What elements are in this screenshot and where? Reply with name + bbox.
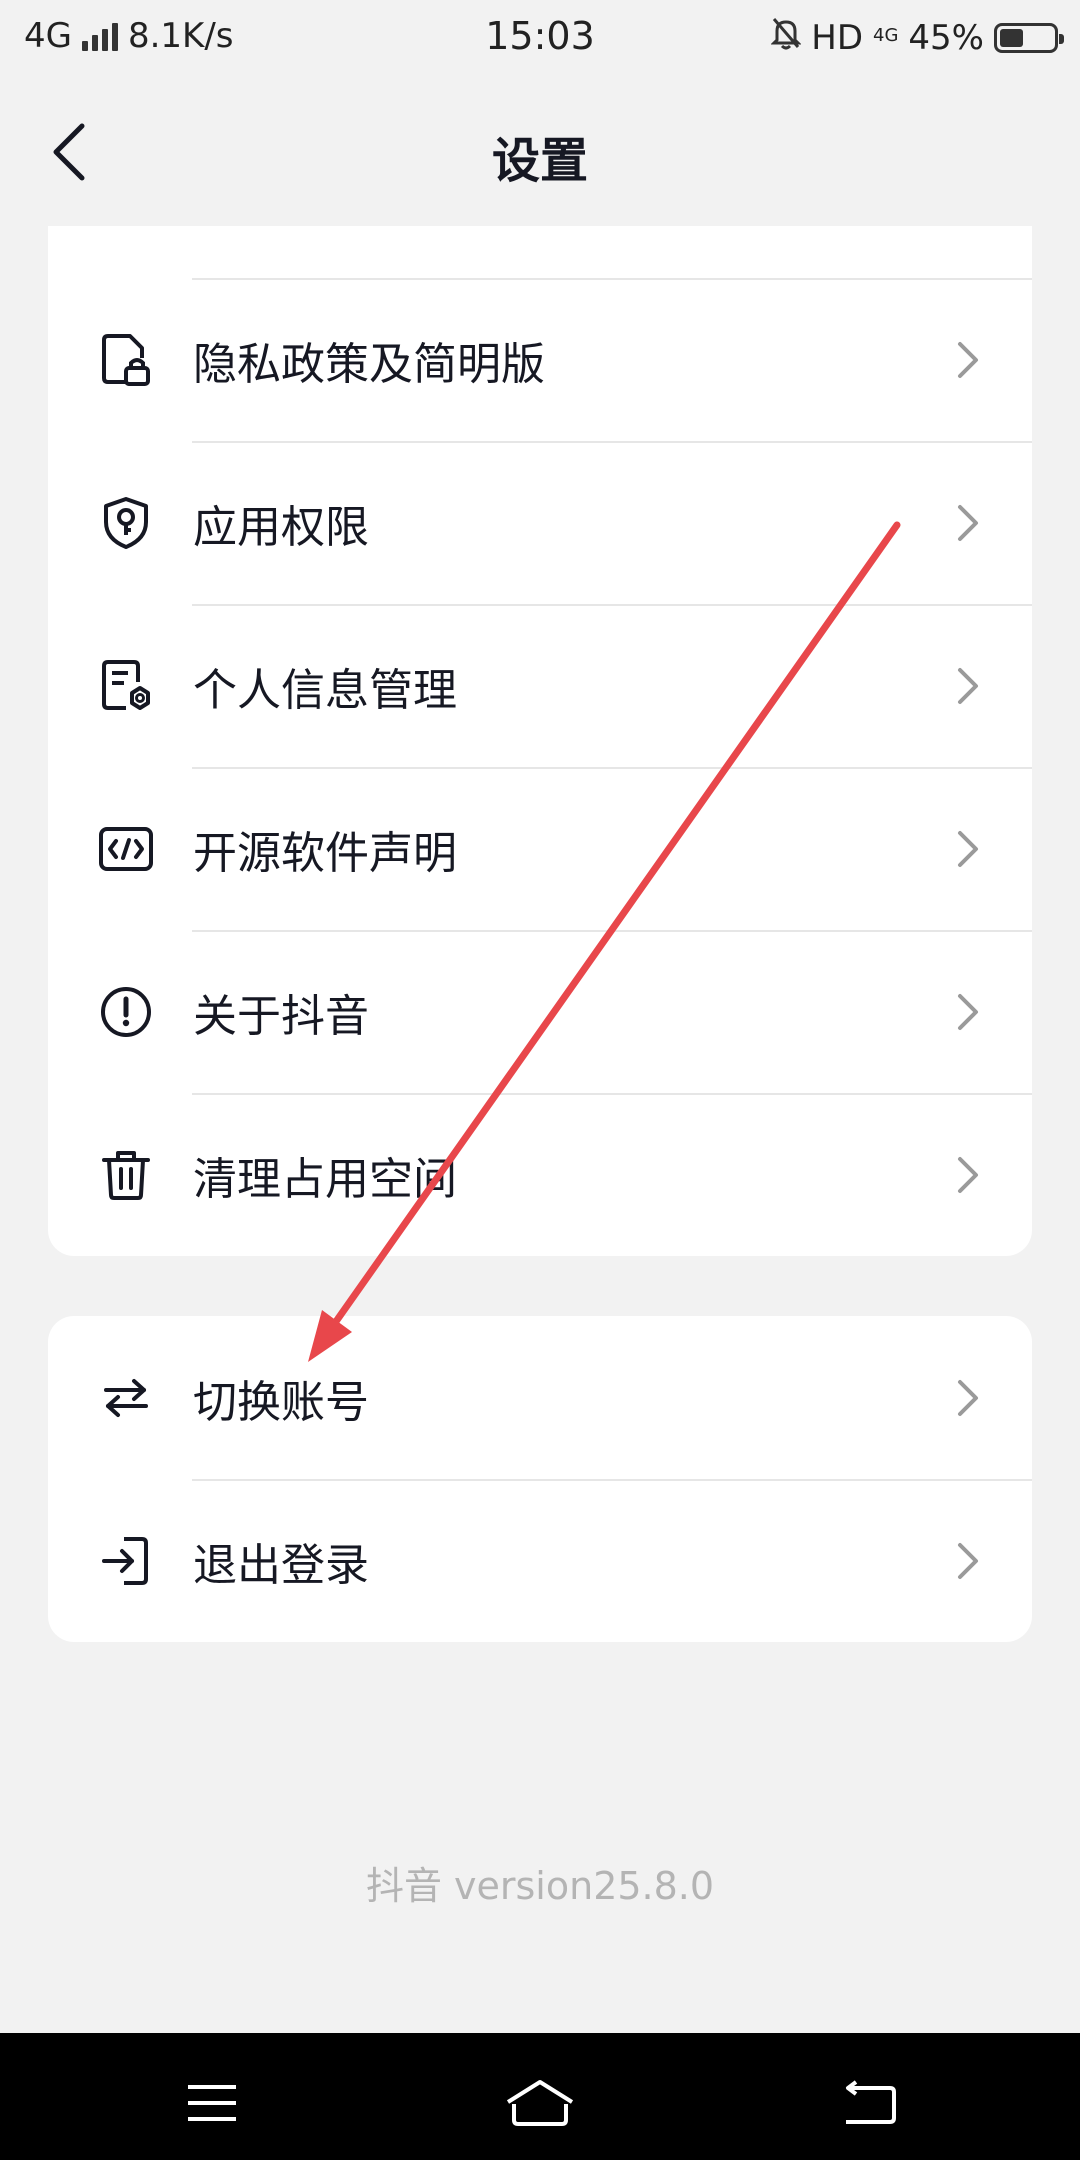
settings-item-label: 退出登录 [193, 1539, 369, 1591]
bell-off-icon [770, 16, 802, 59]
settings-item-logout[interactable]: 退出登录 [48, 1479, 1032, 1642]
chevron-right-icon [958, 667, 978, 704]
header: 设置 [0, 76, 1080, 226]
settings-item-clear-storage[interactable]: 清理占用空间 [48, 1093, 1032, 1256]
chevron-right-icon [958, 993, 978, 1030]
shield-key-icon [96, 493, 156, 553]
hd-label: HD [811, 17, 864, 58]
home-button[interactable] [500, 2073, 580, 2133]
settings-item-label: 个人信息管理 [193, 664, 457, 716]
document-gear-icon [96, 656, 156, 716]
chevron-right-icon [958, 341, 978, 378]
battery-icon [994, 22, 1064, 53]
settings-item-open-source[interactable]: 开源软件声明 [48, 767, 1032, 930]
settings-item-label: 关于抖音 [193, 990, 369, 1042]
home-icon [506, 2080, 574, 2126]
settings-item-switch-account[interactable]: 切换账号 [48, 1316, 1032, 1479]
battery-fill [1000, 28, 1023, 47]
settings-card-account: 切换账号 退出登录 [48, 1316, 1032, 1642]
partial-row [48, 226, 1032, 278]
battery-percent: 45% [908, 17, 984, 58]
menu-button[interactable] [172, 2073, 252, 2133]
chevron-right-icon [958, 830, 978, 867]
settings-item-label: 隐私政策及简明版 [193, 338, 545, 390]
switch-arrows-icon [96, 1368, 156, 1428]
status-bar: 4G 8.1K/s 15:03 HD 4G 45% [0, 0, 1080, 76]
data-type-label: 4G [873, 24, 899, 46]
logout-icon [96, 1531, 156, 1591]
code-icon [96, 819, 156, 879]
settings-item-label: 应用权限 [193, 501, 369, 553]
chevron-right-icon [958, 1542, 978, 1579]
chevron-right-icon [958, 1156, 978, 1193]
settings-item-label: 切换账号 [193, 1376, 369, 1428]
info-exclamation-icon [96, 982, 156, 1042]
status-right: HD 4G 45% [770, 16, 1064, 59]
settings-item-about[interactable]: 关于抖音 [48, 930, 1032, 1093]
settings-item-privacy-policy[interactable]: 隐私政策及简明版 [48, 278, 1032, 441]
menu-icon [188, 2085, 236, 2121]
chevron-right-icon [958, 1379, 978, 1416]
document-lock-icon [96, 330, 156, 390]
version-text: 抖音 version25.8.0 [365, 1864, 715, 1908]
page-title: 设置 [491, 133, 588, 189]
settings-item-personal-info[interactable]: 个人信息管理 [48, 604, 1032, 767]
settings-item-label: 开源软件声明 [193, 827, 457, 879]
back-icon [846, 2080, 896, 2124]
trash-icon [96, 1145, 156, 1205]
system-nav-bar [0, 2033, 1080, 2160]
back-nav-button[interactable] [828, 2073, 908, 2133]
settings-card-main: 隐私政策及简明版 应用权限 个人信息管理 开源软件声明 关于抖音 清理占用空间 [48, 226, 1032, 1256]
settings-item-app-permissions[interactable]: 应用权限 [48, 441, 1032, 604]
chevron-right-icon [958, 504, 978, 541]
settings-item-label: 清理占用空间 [193, 1153, 457, 1205]
